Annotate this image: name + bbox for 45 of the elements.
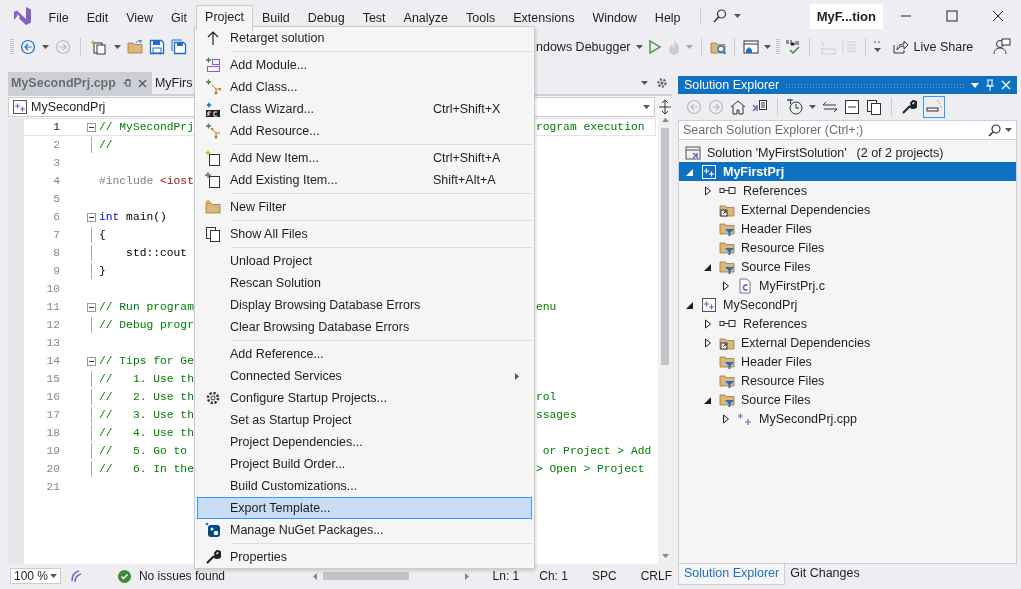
code-text: rol bbox=[536, 391, 557, 403]
code-text: std::cout bbox=[125, 247, 188, 259]
line-number: 9 bbox=[52, 265, 60, 277]
line-number: 3 bbox=[52, 157, 60, 169]
line-number: 21 bbox=[45, 481, 60, 493]
line-number: 20 bbox=[45, 463, 60, 475]
line-number: 12 bbox=[45, 319, 60, 331]
line-number: 8 bbox=[52, 247, 60, 259]
line-number: 7 bbox=[52, 229, 60, 241]
code-text: // 3. Use th bbox=[99, 409, 194, 421]
code-text: int main() bbox=[99, 211, 167, 223]
code-text: // Debug progr bbox=[99, 319, 194, 331]
line-number: 6 bbox=[52, 211, 60, 223]
line-number: 10 bbox=[45, 283, 60, 295]
code-text: > Open > Project bbox=[536, 463, 645, 475]
line-number: 2 bbox=[52, 139, 60, 151]
code-text: // 1. Use th bbox=[99, 373, 194, 385]
line-number: 14 bbox=[45, 355, 60, 367]
code-text: // Run program bbox=[99, 301, 194, 313]
code-text: or Project > Add bbox=[541, 445, 652, 457]
window-title: MyF...tion bbox=[809, 3, 883, 29]
line-number: 5 bbox=[52, 193, 60, 205]
code-text: ssages bbox=[536, 409, 577, 421]
code-text: rogram execution bbox=[536, 121, 645, 133]
code-text: enu bbox=[536, 301, 557, 313]
code-text: { bbox=[99, 229, 106, 241]
code-text: // 2. Use th bbox=[99, 391, 194, 403]
code-text: // Tips for Ge bbox=[99, 355, 194, 367]
line-number: 17 bbox=[45, 409, 60, 421]
code-text: // 6. In the bbox=[99, 463, 194, 475]
line-number: 19 bbox=[45, 445, 60, 457]
code-text: // 4. Use th bbox=[99, 427, 194, 439]
line-number: 1 bbox=[52, 121, 60, 133]
code-text: #include <iost bbox=[99, 175, 194, 187]
line-number: 18 bbox=[45, 427, 60, 439]
line-number: 11 bbox=[45, 301, 60, 313]
code-text: // bbox=[99, 139, 113, 151]
code-text: // 5. Go to bbox=[99, 445, 188, 457]
line-number: 4 bbox=[52, 175, 60, 187]
line-number: 15 bbox=[45, 373, 60, 385]
code-text: } bbox=[99, 265, 106, 277]
panel-title: Solution Explorer bbox=[684, 78, 780, 92]
line-number: 13 bbox=[45, 337, 60, 349]
code-text: // MySecondPrj bbox=[99, 121, 194, 133]
line-number: 16 bbox=[45, 391, 60, 403]
